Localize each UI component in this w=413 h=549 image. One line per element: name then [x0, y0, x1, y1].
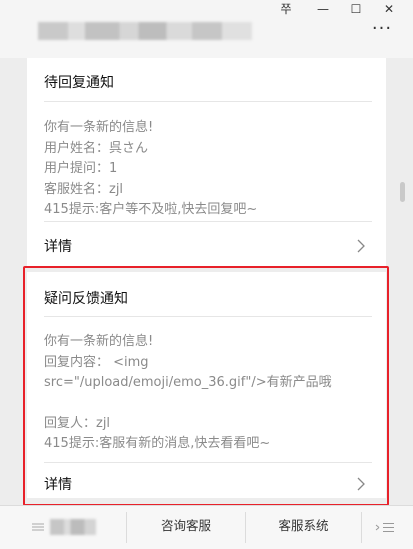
- card-body: 你有一条新的信息! 回复内容： <img src="/upload/emoji/…: [44, 332, 332, 455]
- close-button[interactable]: ✕: [375, 0, 403, 20]
- body-line: 415提示:客户等不及啦,快去回复吧~: [44, 202, 258, 217]
- pending-reply-card: 待回复通知 你有一条新的信息! 用户姓名：呉さん 用户提问：1 客服姓名：zjl…: [27, 58, 386, 266]
- details-label: 详情: [44, 239, 72, 255]
- divider: [44, 462, 372, 463]
- body-line-empty: [44, 394, 332, 414]
- chevron-right-icon: [357, 239, 365, 253]
- menu-item-blurred[interactable]: [0, 506, 126, 549]
- body-line: 你有一条新的信息!: [44, 334, 154, 349]
- divider: [44, 316, 372, 317]
- details-link[interactable]: 详情: [27, 466, 386, 502]
- blurred-menu-label: [50, 519, 96, 535]
- menu-item-consult-service[interactable]: 咨询客服: [127, 506, 245, 549]
- window-title-bar: 쭈 — ☐ ✕ ···: [0, 0, 413, 58]
- card-title: 疑问反馈通知: [44, 291, 128, 307]
- more-options-button[interactable]: ···: [370, 20, 394, 40]
- details-link[interactable]: 详情: [27, 228, 386, 264]
- menu-item-service-system[interactable]: 客服系统: [246, 506, 361, 549]
- details-label: 详情: [44, 477, 72, 493]
- body-line: 用户姓名：呉さん: [44, 140, 149, 156]
- bottom-menu-bar: 咨询客服 客服系统: [0, 505, 413, 549]
- body-line: 你有一条新的信息!: [44, 120, 154, 135]
- divider: [44, 101, 372, 102]
- chevron-right-icon: [357, 477, 365, 491]
- divider: [44, 221, 372, 222]
- scrollbar[interactable]: [400, 182, 405, 202]
- minimize-button[interactable]: —: [309, 0, 337, 20]
- card-body: 你有一条新的信息! 用户姓名：呉さん 用户提问：1 客服姓名：zjl 415提示…: [44, 118, 257, 221]
- body-line: 回复内容： <img: [44, 354, 149, 370]
- menu-lines-icon: [32, 523, 44, 531]
- maximize-button[interactable]: ☐: [342, 0, 370, 20]
- body-line: 客服姓名：zjl: [44, 181, 124, 197]
- card-title: 待回复通知: [44, 75, 114, 91]
- menu-separator: [361, 512, 362, 543]
- body-line: 回复人：zjl: [44, 415, 111, 431]
- pin-window-button[interactable]: 쭈: [272, 0, 300, 20]
- body-line: 用户提问：1: [44, 161, 118, 176]
- body-line: src="/upload/emoji/emo_36.gif"/>有新产品哦: [44, 375, 332, 390]
- blurred-account-title: [38, 22, 252, 40]
- question-feedback-card: 疑问反馈通知 你有一条新的信息! 回复内容： <img src="/upload…: [27, 272, 386, 498]
- body-line: 415提示:客服有新的消息,快去看看吧~: [44, 436, 271, 451]
- keyboard-switch-icon[interactable]: [375, 522, 395, 533]
